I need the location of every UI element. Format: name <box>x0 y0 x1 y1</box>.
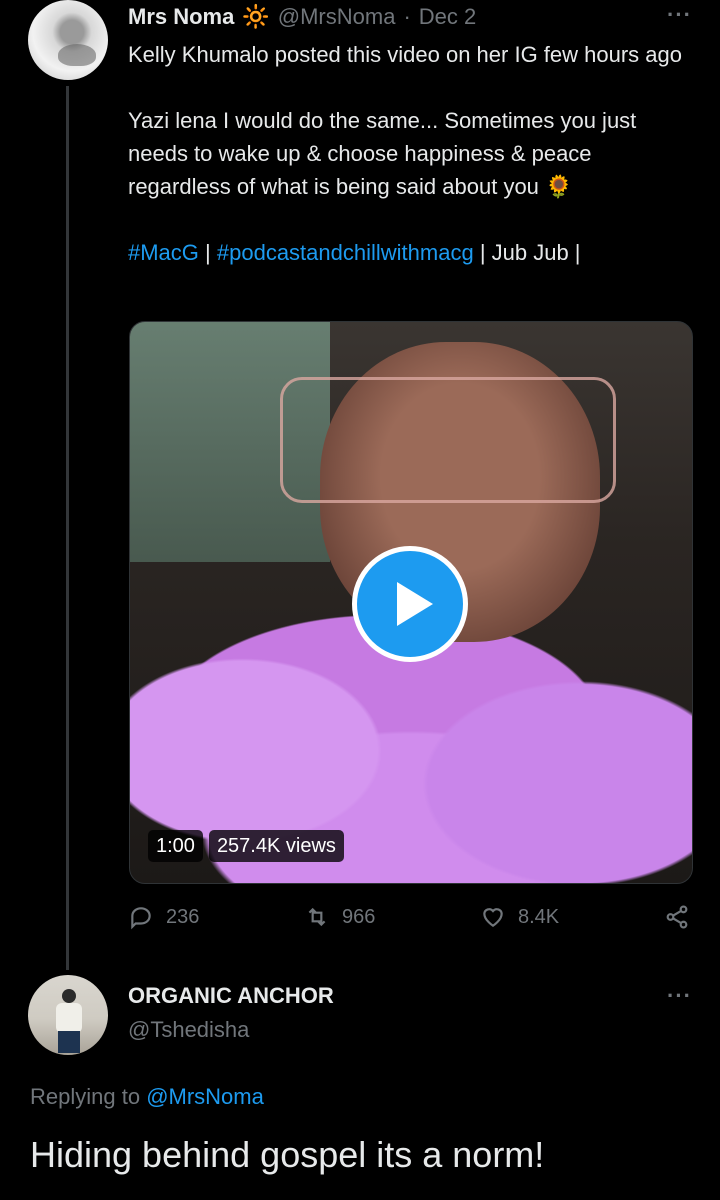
tag-separator: | <box>198 240 217 265</box>
share-button[interactable] <box>664 904 690 930</box>
play-button[interactable] <box>352 546 468 662</box>
tweet-date[interactable]: Dec 2 <box>419 4 476 30</box>
like-button[interactable]: 8.4K <box>480 904 559 930</box>
tweet-body: Kelly Khumalo posted this video on her I… <box>128 38 698 269</box>
like-count: 8.4K <box>518 905 560 928</box>
heart-icon <box>483 908 503 927</box>
author-name[interactable]: Mrs Noma <box>128 4 234 30</box>
author-handle[interactable]: @MrsNoma <box>278 4 396 30</box>
video-duration: 1:00 <box>148 830 203 862</box>
share-icon <box>666 905 688 929</box>
video-frame-glasses <box>280 377 616 503</box>
reply-author-handle[interactable]: @Tshedisha <box>128 1017 249 1043</box>
hashtag-macg[interactable]: #MacG <box>128 240 199 265</box>
reply-icon <box>131 907 151 930</box>
thread-connector <box>66 86 69 970</box>
reply-more-options-icon[interactable]: ··· <box>667 983 692 1009</box>
tweet-actions: 236 966 8.4K <box>128 904 694 938</box>
reply-count: 236 <box>166 905 200 928</box>
tweet-line-2: Yazi lena I would do the same... Sometim… <box>128 104 698 203</box>
retweet-icon <box>308 907 326 927</box>
replying-to: Replying to @MrsNoma <box>30 1084 264 1110</box>
tags-tail: | Jub Jub | <box>473 240 581 265</box>
retweet-count: 966 <box>342 905 376 928</box>
reply-body: Hiding behind gospel its a norm! <box>30 1134 545 1175</box>
tweet-tags-line: #MacG | #podcastandchillwithmacg | Jub J… <box>128 236 698 269</box>
more-options-icon[interactable]: ··· <box>667 2 692 28</box>
tweet-header: Mrs Noma 🔆 @MrsNoma · Dec 2 <box>128 4 476 30</box>
video-player[interactable]: 1:00 257.4K views <box>129 321 693 884</box>
reply-button[interactable]: 236 <box>128 904 199 930</box>
video-views: 257.4K views <box>208 830 344 862</box>
hashtag-podcast[interactable]: #podcastandchillwithmacg <box>217 240 474 265</box>
reply-author-name[interactable]: ORGANIC ANCHOR <box>128 983 334 1009</box>
replying-prefix: Replying to <box>30 1084 147 1109</box>
tweet-line-1: Kelly Khumalo posted this video on her I… <box>128 42 682 67</box>
reply-author-avatar[interactable] <box>28 975 108 1055</box>
play-icon <box>397 582 433 626</box>
sunflower-emoji-icon: 🌻 <box>545 174 573 199</box>
sun-emoji-icon: 🔆 <box>242 4 270 29</box>
author-avatar[interactable] <box>28 0 108 80</box>
replying-mention[interactable]: @MrsNoma <box>146 1084 264 1109</box>
video-badges: 1:00 257.4K views <box>148 830 344 862</box>
dot-separator: · <box>403 4 411 29</box>
retweet-button[interactable]: 966 <box>304 904 375 930</box>
